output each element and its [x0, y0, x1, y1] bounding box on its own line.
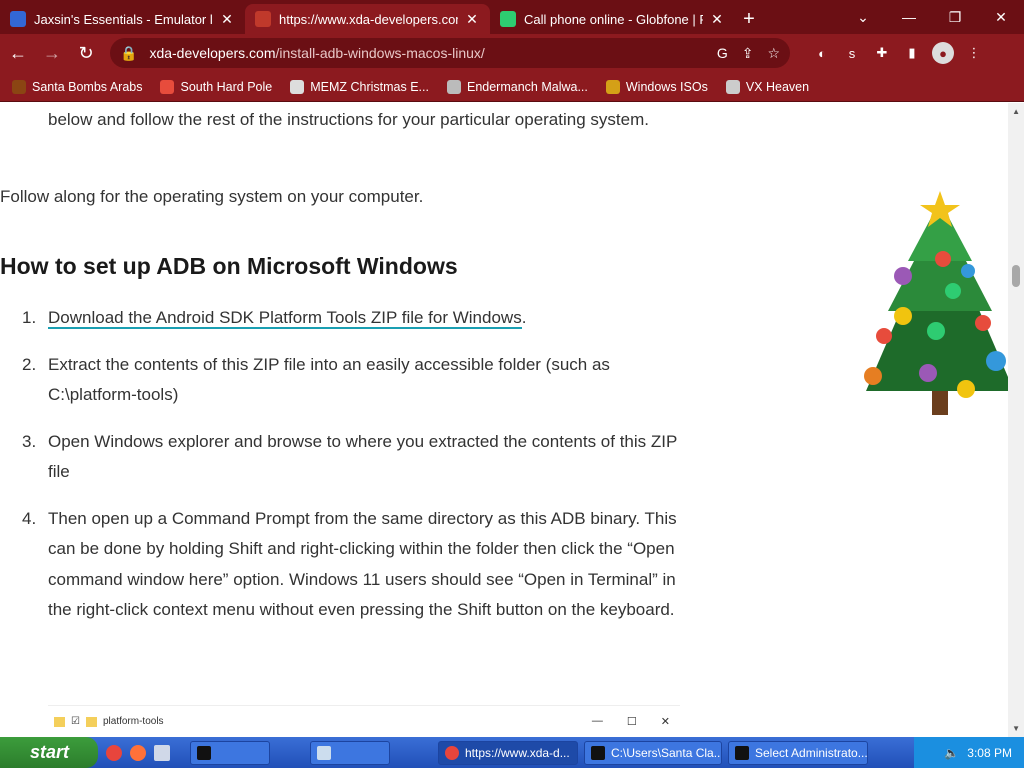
back-button[interactable]: ← — [2, 37, 34, 69]
firefox-icon[interactable] — [130, 744, 146, 761]
tab-favicon-icon — [255, 11, 271, 27]
checkbox-icon: ☑ — [71, 716, 80, 727]
page-content: below and follow the rest of the instruc… — [0, 103, 1008, 737]
close-tab-icon[interactable]: ✕ — [219, 11, 235, 28]
bookmark-item[interactable]: Endermanch Malwa... — [446, 79, 588, 94]
taskbar-item-generic[interactable] — [310, 740, 390, 765]
list-item: 3. Open Windows explorer and browse to w… — [22, 431, 678, 482]
download-sdk-link[interactable]: Download the Android SDK Platform Tools … — [48, 308, 522, 329]
minimize-icon: — — [591, 715, 603, 727]
intro-paragraph: below and follow the rest of the instruc… — [48, 110, 649, 129]
window-icon — [317, 745, 331, 760]
tab-search-button[interactable]: ⌄ — [840, 0, 886, 34]
folder-icon — [54, 716, 65, 727]
quick-launch — [106, 744, 170, 761]
tab-favicon-icon — [500, 11, 516, 27]
menu-kebab-icon[interactable]: ⋮ — [964, 43, 984, 63]
lock-icon: 🔒 — [120, 44, 138, 61]
explorer-title: platform-tools — [102, 716, 164, 727]
omnibox-actions: G ⇪ ☆ — [717, 45, 780, 62]
section-heading: How to set up ADB on Microsoft Windows — [0, 253, 458, 279]
arrow-right-icon: → — [43, 42, 61, 63]
tab-title: Call phone online - Globfone | F — [524, 11, 703, 27]
s-extension-icon[interactable]: s — [842, 43, 862, 63]
christmas-tree-image — [864, 191, 1008, 415]
bookmark-favicon-icon — [290, 79, 305, 94]
bookmark-favicon-icon — [12, 79, 26, 94]
cmd-icon — [591, 745, 605, 760]
system-tray: 🔈 3:08 PM — [914, 737, 1024, 768]
taskbar-item-admin[interactable]: Select Administrato... — [728, 740, 868, 765]
windows-taskbar: start https://www.xda-d... C:\Users\Sant… — [0, 737, 1024, 768]
scroll-down-icon[interactable]: ▼ — [1012, 724, 1020, 733]
google-icon[interactable]: G — [717, 45, 728, 62]
chrome-icon — [445, 745, 459, 760]
scroll-thumb[interactable] — [1012, 265, 1020, 287]
bookmark-item[interactable]: Santa Bombs Arabs — [12, 79, 142, 94]
flag-extension-icon[interactable]: ◐ — [812, 43, 832, 63]
bookmark-star-icon[interactable]: ☆ — [767, 45, 780, 62]
list-item: 1. Download the Android SDK Platform Too… — [22, 308, 527, 329]
extensions-area: ◐ s ✚ ▮ ● ⋮ — [812, 42, 984, 64]
taskbar-item-chrome[interactable]: https://www.xda-d... — [438, 740, 578, 765]
reload-icon: ↻ — [78, 42, 94, 63]
tab-globfone[interactable]: Call phone online - Globfone | F ✕ — [490, 4, 735, 34]
side-panel-icon[interactable]: ▮ — [902, 43, 922, 63]
list-item: 2. Extract the contents of this ZIP file… — [22, 354, 610, 405]
scroll-up-icon[interactable]: ▲ — [1012, 107, 1020, 116]
share-icon[interactable]: ⇪ — [742, 45, 754, 62]
window-controls: ⌄ — ❐ ✕ — [840, 0, 1024, 34]
taskbar-cmd-small[interactable] — [190, 740, 270, 765]
bookmark-favicon-icon — [446, 79, 461, 94]
puzzle-icon[interactable]: ✚ — [872, 43, 892, 63]
bookmarks-bar: Santa Bombs Arabs South Hard Pole MEMZ C… — [0, 72, 1024, 102]
bookmark-favicon-icon — [725, 79, 740, 94]
close-window-button[interactable]: ✕ — [978, 0, 1024, 34]
taskbar-item-cmd[interactable]: C:\Users\Santa Cla... — [584, 740, 722, 765]
volume-icon[interactable]: 🔈 — [944, 746, 959, 760]
cmd-icon — [735, 745, 749, 760]
tab-title: Jaxsin's Essentials - Emulator list — [34, 11, 213, 27]
arrow-left-icon: ← — [9, 42, 27, 63]
tab-xda-developers[interactable]: https://www.xda-developers.com ✕ — [245, 4, 490, 34]
tab-favicon-icon — [10, 11, 26, 27]
tab-strip: Jaxsin's Essentials - Emulator list ✕ ht… — [0, 0, 1024, 34]
bookmark-item[interactable]: South Hard Pole — [160, 79, 272, 94]
restore-button[interactable]: ❐ — [932, 0, 978, 34]
browser-toolbar: ← → ↻ 🔒 xda-developers.com/install-adb-w… — [0, 34, 1024, 72]
list-item: 4. Then open up a Command Prompt from th… — [22, 508, 677, 620]
address-bar[interactable]: 🔒 xda-developers.com/install-adb-windows… — [110, 38, 790, 68]
minimize-button[interactable]: — — [886, 0, 932, 34]
tab-title: https://www.xda-developers.com — [279, 11, 458, 27]
computer-icon[interactable] — [154, 744, 170, 761]
tab-emulator-list[interactable]: Jaxsin's Essentials - Emulator list ✕ — [0, 4, 245, 34]
explorer-screenshot-image: ☑ platform-tools — ☐ ✕ — [48, 705, 680, 737]
bookmark-favicon-icon — [160, 79, 175, 94]
reload-button[interactable]: ↻ — [70, 37, 102, 69]
url-path: /install-adb-windows-macos-linux/ — [275, 45, 485, 61]
bookmark-item[interactable]: Windows ISOs — [605, 79, 708, 94]
steps-list: 1. Download the Android SDK Platform Too… — [0, 303, 700, 642]
start-button[interactable]: start — [0, 737, 98, 768]
bookmark-item[interactable]: MEMZ Christmas E... — [290, 79, 429, 94]
page-scrollbar[interactable]: ▲ ▼ — [1008, 103, 1024, 737]
chrome-icon[interactable] — [106, 744, 122, 761]
bookmark-item[interactable]: VX Heaven — [725, 79, 809, 94]
cmd-icon — [197, 745, 211, 760]
maximize-icon: ☐ — [626, 716, 637, 728]
close-tab-icon[interactable]: ✕ — [464, 11, 480, 28]
new-tab-button[interactable]: + — [735, 4, 763, 34]
follow-paragraph: Follow along for the operating system on… — [0, 187, 424, 206]
bookmark-favicon-icon — [605, 79, 620, 94]
close-tab-icon[interactable]: ✕ — [709, 11, 725, 28]
profile-avatar-icon[interactable]: ● — [932, 42, 954, 64]
url-host: xda-developers.com — [149, 45, 276, 61]
close-icon: ✕ — [660, 716, 670, 728]
folder-icon — [85, 716, 97, 727]
forward-button[interactable]: → — [36, 37, 68, 69]
clock[interactable]: 3:08 PM — [967, 746, 1012, 760]
